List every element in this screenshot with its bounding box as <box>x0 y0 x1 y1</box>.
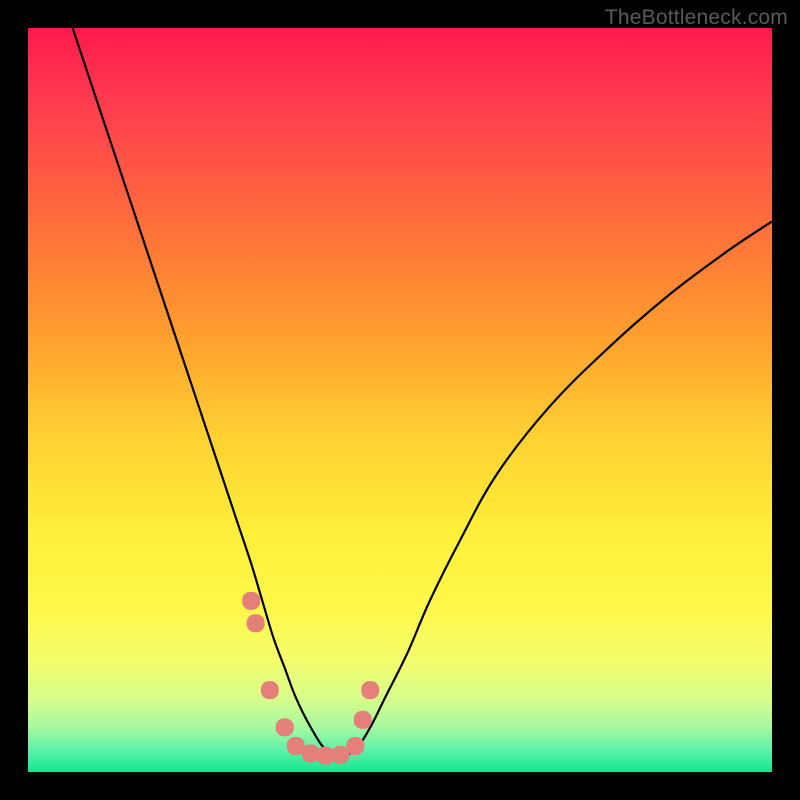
data-marker <box>276 718 294 736</box>
watermark-text: TheBottleneck.com <box>605 6 788 30</box>
marker-layer <box>242 592 379 765</box>
chart-svg <box>28 28 772 772</box>
right-branch-curve <box>340 221 772 757</box>
plot-area <box>28 28 772 772</box>
data-marker <box>261 681 279 699</box>
data-marker <box>346 737 364 755</box>
left-branch-curve <box>73 28 341 757</box>
data-marker <box>361 681 379 699</box>
data-marker <box>247 614 265 632</box>
chart-frame: TheBottleneck.com <box>0 0 800 800</box>
data-marker <box>354 711 372 729</box>
curve-layer <box>73 28 772 757</box>
data-marker <box>242 592 260 610</box>
